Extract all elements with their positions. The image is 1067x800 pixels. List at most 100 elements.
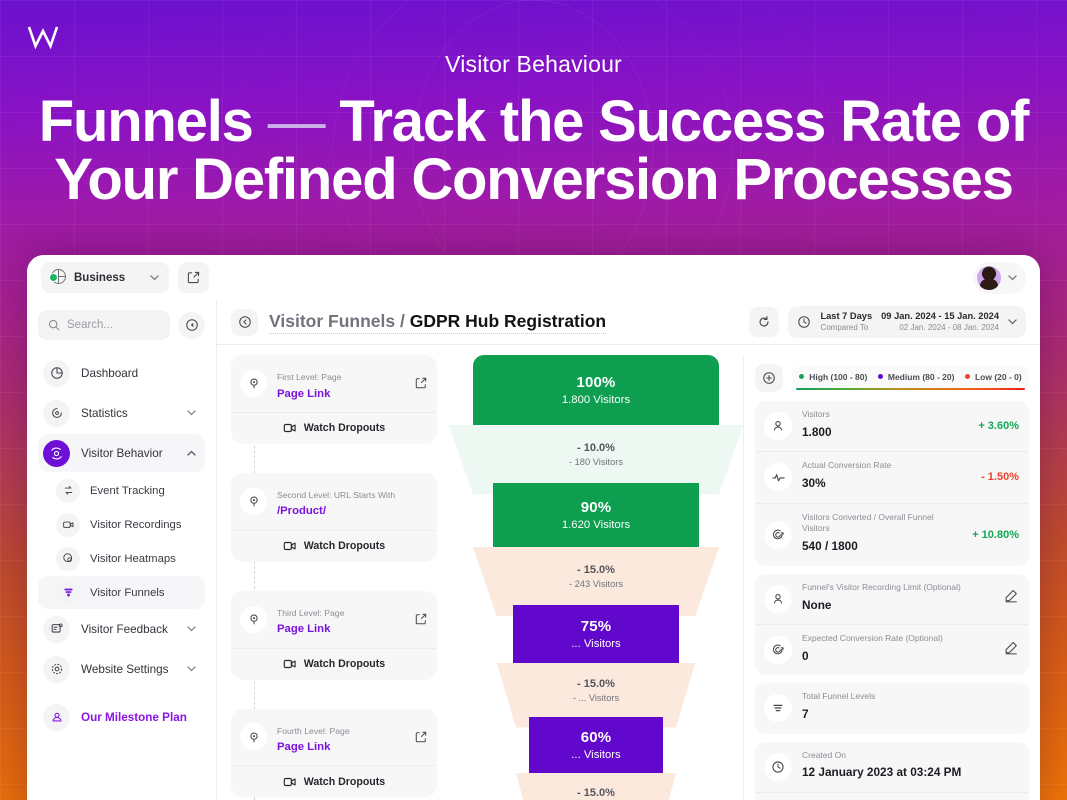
metric-row-converted[interactable]: Visitors Converted / Overall Funnel Visi… xyxy=(755,502,1029,566)
main-area: Visitor Funnels / GDPR Hub Registration xyxy=(217,300,1040,800)
metric-delta: - 1.50% xyxy=(981,471,1019,484)
funnel-step-percent: 90% xyxy=(580,499,612,516)
sidebar-item-event-tracking[interactable]: Event Tracking xyxy=(38,474,205,507)
level-sublabel: Fourth Level: Page xyxy=(277,725,350,736)
external-link-icon xyxy=(187,271,200,284)
funnel-level-card[interactable]: Second Level: URL Starts With /Product/ … xyxy=(231,472,437,562)
open-external-button[interactable] xyxy=(178,262,209,293)
metric-row-conversion-rate[interactable]: Actual Conversion Rate 30% - 1.50% xyxy=(755,451,1029,502)
sidebar-item-visitor-funnels[interactable]: Visitor Funnels xyxy=(38,576,205,609)
legend-button[interactable] xyxy=(755,364,783,392)
date-compare-label: Compared To xyxy=(820,322,869,332)
edit-button[interactable] xyxy=(1003,588,1019,609)
date-range-value: 09 Jan. 2024 - 15 Jan. 2024 xyxy=(881,311,999,322)
level-link[interactable]: Page Link xyxy=(277,740,405,755)
sidebar-item-milestone-plan[interactable]: Our Milestone Plan xyxy=(38,698,205,736)
metric-label: Visitors xyxy=(802,409,830,419)
created-on-row: Created On 12 January 2023 at 03:24 PM xyxy=(755,742,1029,792)
level-link[interactable]: /Product/ xyxy=(277,504,427,519)
funnel-step[interactable]: 75% ... Visitors xyxy=(513,605,679,663)
collapse-sidebar-button[interactable] xyxy=(178,311,205,339)
refresh-icon xyxy=(760,316,769,327)
sidebar-item-website-settings[interactable]: Website Settings xyxy=(38,650,205,688)
external-link-icon[interactable] xyxy=(415,731,427,743)
watch-dropouts-label: Watch Dropouts xyxy=(303,658,386,671)
video-camera-icon xyxy=(283,659,296,669)
video-camera-icon xyxy=(283,424,296,433)
external-link-icon[interactable] xyxy=(415,377,427,389)
refresh-button[interactable] xyxy=(749,307,780,337)
legend-icon xyxy=(763,372,775,384)
funnel-step[interactable]: 100% 1.800 Visitors xyxy=(473,355,719,425)
target-icon xyxy=(240,487,267,515)
watch-dropouts-button[interactable]: Watch Dropouts xyxy=(231,529,437,562)
metric-row-visitors[interactable]: Visitors 1.800 + 3.60% xyxy=(755,401,1029,451)
funnel-step[interactable]: 60% ... Visitors xyxy=(529,717,663,773)
funnel-drop-percent: - 15.0% xyxy=(577,563,615,576)
search-input[interactable]: Search... xyxy=(38,310,170,340)
total-levels-label: Total Funnel Levels xyxy=(802,691,876,702)
workspace-selector[interactable]: Business xyxy=(41,262,169,293)
workspace-globe-icon xyxy=(49,268,67,286)
legend-item-high: High (100 - 80) xyxy=(799,372,867,382)
breadcrumb-parent[interactable]: Visitor Funnels xyxy=(269,311,395,331)
breadcrumb: Visitor Funnels / GDPR Hub Registration xyxy=(269,310,607,334)
workspace-label: Business xyxy=(74,271,126,284)
funnel-level-card[interactable]: Third Level: Page Page Link Watch Dropou… xyxy=(231,590,437,680)
edit-button[interactable] xyxy=(1003,640,1019,661)
hero-title-part2: Track the Success Rate of xyxy=(339,89,1029,155)
legend-dot xyxy=(964,374,970,380)
setting-row-recording-limit[interactable]: Funnel's Visitor Recording Limit (Option… xyxy=(755,574,1029,624)
chevron-down-icon xyxy=(1008,319,1017,325)
funnel-drop-percent: - 15.0% xyxy=(577,677,615,690)
sidebar-item-visitor-heatmaps[interactable]: Visitor Heatmaps xyxy=(38,542,205,575)
funnel-drop-percent: - 15.0% xyxy=(577,786,615,799)
date-range-label: Last 7 Days xyxy=(820,311,873,322)
watch-dropouts-label: Watch Dropouts xyxy=(303,540,386,553)
breadcrumb-current: GDPR Hub Registration xyxy=(409,310,607,331)
setting-label: Expected Conversion Rate (Optional) xyxy=(802,633,943,644)
sidebar-item-visitor-behavior[interactable]: Visitor Behavior xyxy=(38,434,205,472)
feedback-icon xyxy=(43,615,70,643)
sidebar-item-label: Website Settings xyxy=(81,662,169,676)
funnel-level-card[interactable]: First Level: Page Page Link Watch Dropou… xyxy=(231,355,437,444)
app-topbar: Business xyxy=(27,255,1040,300)
sidebar-item-statistics[interactable]: Statistics xyxy=(38,394,205,432)
setting-row-expected-rate[interactable]: Expected Conversion Rate (Optional) 0 xyxy=(755,624,1029,675)
event-tracking-icon xyxy=(56,478,80,503)
target-icon xyxy=(240,605,267,633)
user-icon xyxy=(764,584,792,613)
heatmap-icon xyxy=(56,546,80,571)
watch-dropouts-label: Watch Dropouts xyxy=(303,422,386,435)
date-compare-value: 02 Jan. 2024 - 08 Jan. 2024 xyxy=(899,322,999,332)
legend-label: Medium (80 - 20) xyxy=(887,371,955,382)
back-icon xyxy=(238,316,251,328)
external-link-icon[interactable] xyxy=(415,613,427,625)
levels-info-group: Total Funnel Levels 7 xyxy=(755,683,1029,734)
legend-item-low: Low (20 - 0) xyxy=(964,372,1022,382)
sidebar-item-visitor-feedback[interactable]: Visitor Feedback xyxy=(38,610,205,648)
funnel-level-card[interactable]: Fourth Level: Page Page Link Watch Dropo… xyxy=(231,708,437,798)
sidebar: Search... Dashboard Statistics Visitor B… xyxy=(27,300,217,800)
sidebar-item-label: Visitor Behavior xyxy=(81,446,163,460)
watch-dropouts-button[interactable]: Watch Dropouts xyxy=(231,411,437,444)
sidebar-item-visitor-recordings[interactable]: Visitor Recordings xyxy=(38,508,205,541)
watch-dropouts-button[interactable]: Watch Dropouts xyxy=(231,647,437,680)
sidebar-item-label: Visitor Feedback xyxy=(81,622,168,636)
level-link[interactable]: Page Link xyxy=(277,622,405,637)
collapse-sidebar-icon xyxy=(185,319,198,331)
user-menu[interactable] xyxy=(973,261,1026,294)
target-icon xyxy=(240,369,267,397)
setting-value: 0 xyxy=(802,648,809,663)
legend-label: High (100 - 80) xyxy=(809,371,868,382)
back-button[interactable] xyxy=(231,308,258,336)
funnel-step[interactable]: 90% 1.620 Visitors xyxy=(493,483,699,547)
target-touch-icon xyxy=(764,520,792,549)
date-range-selector[interactable]: Last 7 Days Compared To 09 Jan. 2024 - 1… xyxy=(788,306,1026,338)
metric-value: 30% xyxy=(802,476,826,491)
date-range-left: Last 7 Days Compared To xyxy=(820,311,872,333)
sidebar-subitem-label: Event Tracking xyxy=(90,484,165,497)
watch-dropouts-button[interactable]: Watch Dropouts xyxy=(231,765,437,797)
sidebar-item-dashboard[interactable]: Dashboard xyxy=(38,354,205,392)
level-link[interactable]: Page Link xyxy=(277,387,405,402)
